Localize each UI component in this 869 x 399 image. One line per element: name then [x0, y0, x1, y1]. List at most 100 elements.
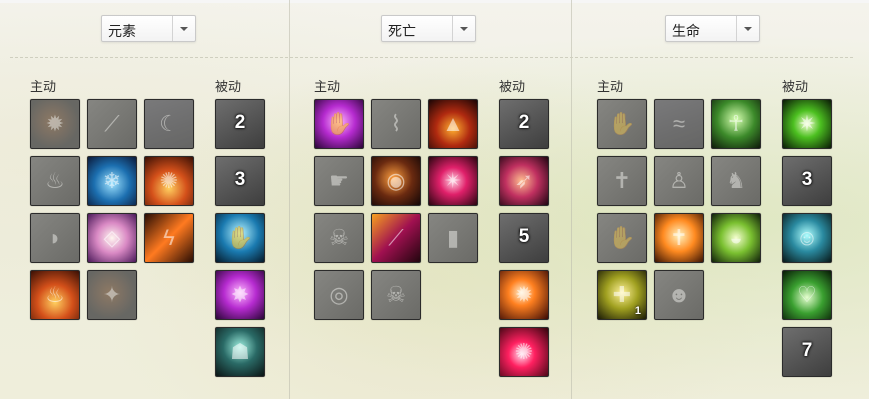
skill-glyph: ☠	[329, 225, 349, 250]
skill-glyph: ☛	[329, 168, 349, 193]
tombstone-cross-icon[interactable]: ✝	[597, 156, 647, 206]
skill-glyph: ✹	[514, 282, 534, 307]
column-divider	[571, 0, 572, 399]
skill-glyph: ✴	[443, 168, 463, 193]
figure-icon[interactable]: ♙	[654, 156, 704, 206]
group-icon[interactable]: ☻	[654, 270, 704, 320]
seed-icon[interactable]: ◒	[711, 213, 761, 263]
reaching-hands-icon[interactable]: ✋	[597, 213, 647, 263]
skill-glyph: ♨	[45, 168, 65, 193]
passive-skills-label: 被动	[499, 79, 526, 94]
chevron-down-icon	[460, 27, 468, 31]
skill-glyph: ♡	[797, 282, 817, 307]
ember-icon[interactable]: ✦	[87, 270, 137, 320]
skill-glyph: ♞	[726, 168, 746, 193]
cracked-orb-icon[interactable]: ◎	[314, 270, 364, 320]
skill-glyph: ✝	[612, 168, 632, 193]
purple-hand-icon[interactable]: ✋	[314, 99, 364, 149]
skill-glyph: ◒	[729, 225, 743, 250]
skill-glyph: ϟ	[163, 225, 175, 250]
skill-glyph: ◇	[103, 225, 121, 250]
skull-icon[interactable]: ☠	[314, 213, 364, 263]
category-dropdown[interactable]: 生命	[665, 15, 760, 42]
dark-spire-icon[interactable]: ▲	[428, 99, 478, 149]
dropdown-toggle-button[interactable]	[736, 16, 759, 41]
skill-glyph: ✋	[325, 111, 353, 136]
skill-glyph: ◗	[48, 225, 62, 250]
frost-hand-icon[interactable]: ✋	[215, 213, 265, 263]
skill-glyph: ♙	[669, 168, 689, 193]
resurrection-icon[interactable]: ✝	[654, 213, 704, 263]
unlock-level: 7	[801, 340, 813, 361]
ice-foot-icon[interactable]: ❄	[87, 156, 137, 206]
dancing-figures-icon[interactable]: ♞	[711, 156, 761, 206]
grave-icon[interactable]: ▮	[428, 213, 478, 263]
energy-hands-icon[interactable]: ✸	[215, 270, 265, 320]
locked-passive-icon[interactable]: 2	[499, 99, 549, 149]
skull-burst-icon[interactable]: ☠	[371, 270, 421, 320]
rank-badge: 1	[634, 305, 641, 317]
angel-icon[interactable]: ☥	[711, 99, 761, 149]
category-dropdown[interactable]: 元素	[101, 15, 196, 42]
skill-glyph: ☗	[230, 339, 250, 364]
blood-pop-icon[interactable]: ✺	[499, 327, 549, 377]
fire-orb-icon[interactable]: ✹	[30, 99, 80, 149]
chevron-down-icon	[744, 27, 752, 31]
skill-glyph: ✸	[230, 282, 250, 307]
skill-glyph: ☥	[727, 111, 745, 136]
skill-glyph: ⟋	[388, 225, 404, 250]
skill-glyph: ▲	[442, 111, 464, 136]
locked-passive-icon[interactable]: 7	[782, 327, 832, 377]
unlock-level: 3	[801, 169, 813, 190]
skill-glyph: ▮	[446, 225, 460, 250]
beak-icon[interactable]: ➶	[499, 156, 549, 206]
category-dropdown[interactable]: 死亡	[381, 15, 476, 42]
skill-glyph: ⟋	[104, 111, 120, 136]
fire-burst-icon[interactable]: ✺	[144, 156, 194, 206]
skill-glyph: ✹	[45, 111, 65, 136]
unlock-level: 3	[234, 169, 246, 190]
skill-glyph: ❄	[102, 168, 122, 193]
skill-glyph: ✷	[797, 111, 817, 136]
dropdown-value: 生命	[672, 23, 700, 39]
paper-icon[interactable]: ◇	[87, 213, 137, 263]
unlock-level: 2	[518, 112, 530, 133]
stone-step-icon[interactable]: ◗	[30, 213, 80, 263]
locked-passive-icon[interactable]: 2	[215, 99, 265, 149]
explosion-icon[interactable]: ✹	[499, 270, 549, 320]
claw-slash-icon[interactable]: ⟋	[371, 213, 421, 263]
skill-glyph: ◉	[386, 168, 406, 193]
green-glow-icon[interactable]: ✷	[782, 99, 832, 149]
skill-glyph: ☾	[159, 111, 179, 136]
dropdown-value: 死亡	[388, 23, 416, 39]
raised-hand-icon[interactable]: ✋	[597, 99, 647, 149]
heal-plus-icon[interactable]: ✚ 1	[597, 270, 647, 320]
locked-passive-icon[interactable]: 3	[782, 156, 832, 206]
skill-glyph: ♨	[45, 282, 65, 307]
heart-hands-icon[interactable]: ♡	[782, 270, 832, 320]
red-star-icon[interactable]: ✴	[428, 156, 478, 206]
hooded-mage-icon[interactable]: ☗	[215, 327, 265, 377]
glowing-face-icon[interactable]: ☺	[782, 213, 832, 263]
dropdown-toggle-button[interactable]	[452, 16, 475, 41]
claw-strike-icon[interactable]: ⟋	[87, 99, 137, 149]
dropdown-toggle-button[interactable]	[172, 16, 195, 41]
raven-icon[interactable]: ◉	[371, 156, 421, 206]
mist-icon[interactable]: ≈	[654, 99, 704, 149]
column-divider	[289, 0, 290, 399]
top-border	[0, 0, 869, 3]
skill-glyph: ✝	[669, 225, 689, 250]
lightning-icon[interactable]: ϟ	[144, 213, 194, 263]
skill-glyph: ✺	[514, 339, 534, 364]
shadow-wisp-icon[interactable]: ☾	[144, 99, 194, 149]
wing-icon[interactable]: ⌇	[371, 99, 421, 149]
grasp-icon[interactable]: ☛	[314, 156, 364, 206]
skill-glyph: ⌇	[390, 111, 402, 136]
inferno-icon[interactable]: ♨	[30, 270, 80, 320]
active-skills-label: 主动	[597, 79, 624, 94]
flame-figure-icon[interactable]: ♨	[30, 156, 80, 206]
active-skills-label: 主动	[30, 79, 57, 94]
locked-passive-icon[interactable]: 3	[215, 156, 265, 206]
dashed-separator	[10, 57, 853, 58]
locked-passive-icon[interactable]: 5	[499, 213, 549, 263]
